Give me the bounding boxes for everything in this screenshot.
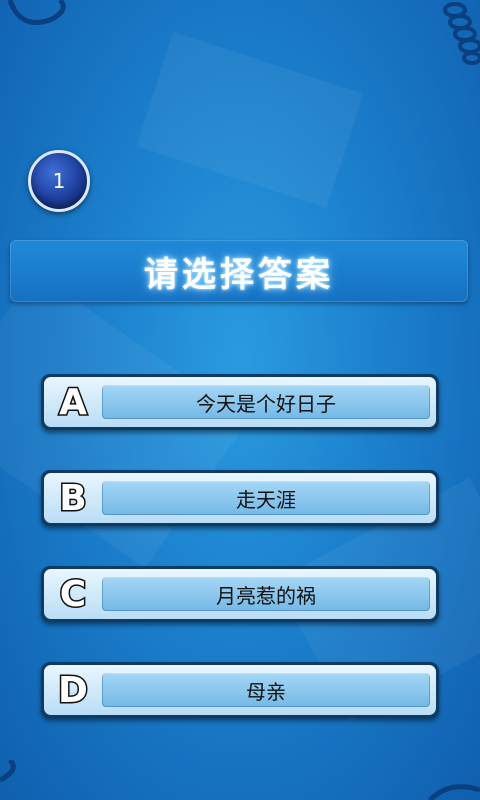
option-a-button[interactable]: A 今天是个好日子	[41, 374, 439, 430]
background-shard	[136, 32, 364, 208]
prompt-banner: 请选择答案	[10, 240, 468, 302]
option-d-letter: D	[57, 668, 90, 712]
option-b-letter: B	[58, 476, 89, 520]
bottom-cord-decoration	[0, 760, 480, 800]
option-c-letter: C	[58, 572, 87, 616]
question-number-badge: 1	[28, 150, 90, 212]
option-c-button[interactable]: C 月亮惹的祸	[41, 566, 439, 622]
option-b-button[interactable]: B 走天涯	[41, 470, 439, 526]
option-a-letter: A	[58, 380, 89, 424]
question-number: 1	[52, 169, 66, 193]
option-a-text: 今天是个好日子	[196, 391, 336, 416]
option-d-button[interactable]: D 母亲	[41, 662, 439, 718]
option-c-text: 月亮惹的祸	[216, 583, 316, 608]
option-d-text: 母亲	[246, 679, 286, 704]
prompt-title: 请选择答案	[144, 254, 334, 295]
option-b-text: 走天涯	[236, 487, 296, 512]
